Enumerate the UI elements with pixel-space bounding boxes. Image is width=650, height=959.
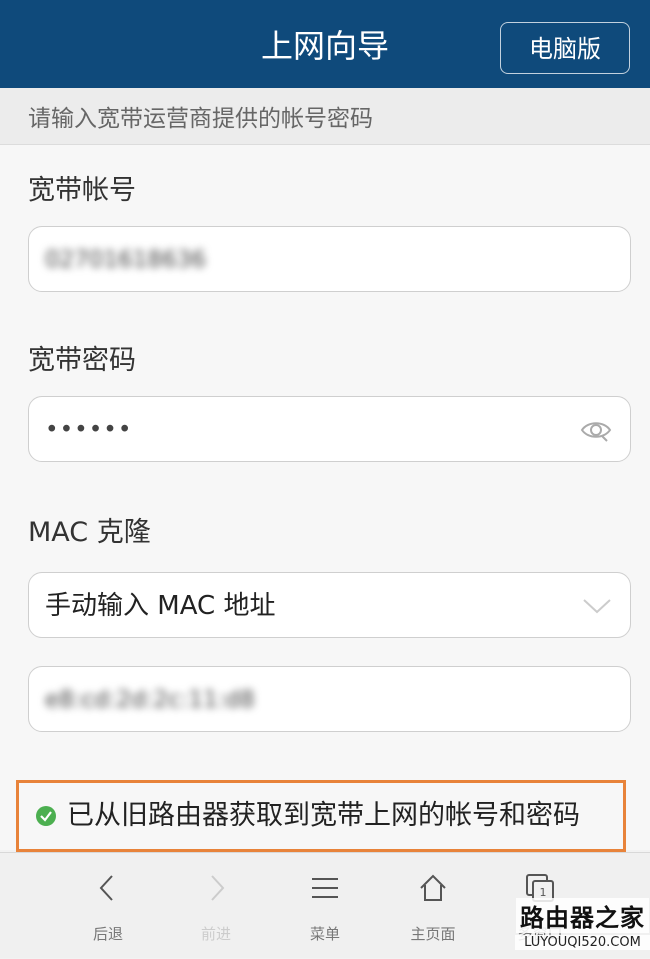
status-message-box: 已从旧路由器获取到宽带上网的帐号和密码 — [16, 780, 626, 852]
menu-icon — [312, 878, 338, 898]
mac-address-value: e8:cd:2d:2c:11:d8 — [45, 687, 255, 713]
home-icon — [420, 874, 446, 901]
watermark-en: LUYOUQI520.COM — [515, 935, 650, 950]
nav-back-label: 后退 — [92, 925, 123, 943]
status-message: 已从旧路由器获取到宽带上网的帐号和密码 — [67, 800, 580, 831]
eye-icon[interactable] — [580, 416, 612, 444]
forward-arrow-icon — [211, 875, 225, 901]
check-circle-icon — [36, 806, 56, 826]
watermark-cn: 路由器之家 — [516, 898, 649, 933]
account-field[interactable]: 02701618636 — [28, 226, 631, 292]
nav-home[interactable]: 主页面 — [383, 853, 483, 959]
mac-address-field[interactable]: e8:cd:2d:2c:11:d8 — [28, 666, 631, 732]
nav-forward-label: 前进 — [200, 925, 231, 943]
nav-menu[interactable]: 菜单 — [275, 853, 375, 959]
nav-menu-label: 菜单 — [309, 925, 340, 943]
instruction-bar: 请输入宽带运营商提供的帐号密码 — [0, 88, 650, 145]
instruction-text: 请输入宽带运营商提供的帐号密码 — [28, 106, 373, 132]
password-field[interactable]: •••••• — [28, 396, 631, 462]
account-value: 02701618636 — [45, 247, 206, 273]
nav-home-label: 主页面 — [410, 925, 456, 943]
watermark-logo: 路由器之家 LUYOUQI520.COM — [515, 898, 650, 958]
top-bar: 上网向导 电脑版 — [0, 0, 650, 88]
password-label: 宽带密码 — [28, 345, 136, 376]
chevron-down-icon — [583, 599, 611, 614]
nav-back[interactable]: 后退 — [58, 853, 158, 959]
nav-forward[interactable]: 前进 — [166, 853, 266, 959]
mac-clone-label: MAC 克隆 — [28, 517, 151, 548]
account-label: 宽带帐号 — [28, 175, 136, 206]
back-arrow-icon — [99, 875, 113, 901]
password-value: •••••• — [45, 417, 133, 443]
mac-mode-value: 手动输入 MAC 地址 — [45, 591, 276, 621]
mac-mode-select[interactable]: 手动输入 MAC 地址 — [28, 572, 631, 638]
pc-version-button[interactable]: 电脑版 — [500, 22, 630, 74]
